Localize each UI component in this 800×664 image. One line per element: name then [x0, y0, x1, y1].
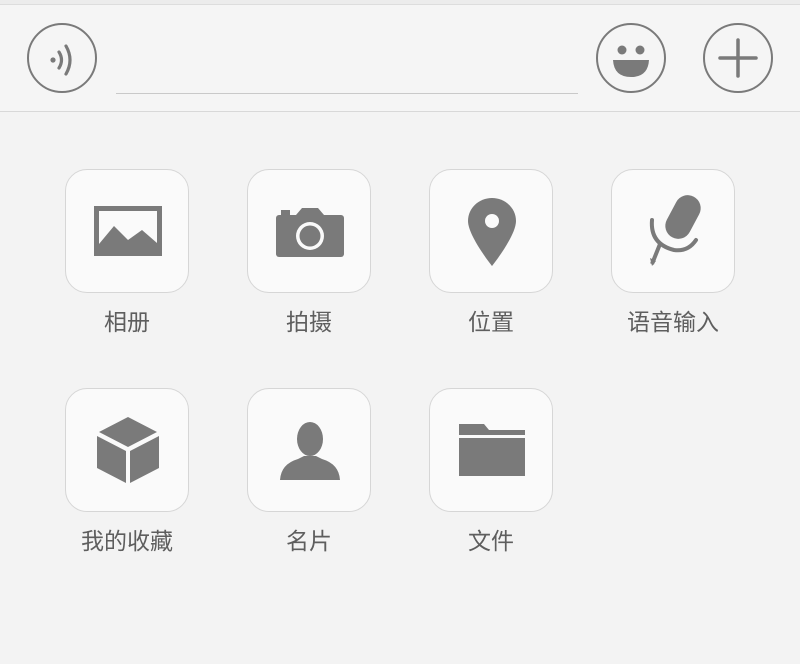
cube-icon — [97, 417, 159, 483]
voice-input-label: 语音输入 — [627, 310, 719, 336]
microphone-icon — [649, 195, 701, 266]
image-icon — [94, 206, 162, 256]
voice-input-button[interactable] — [611, 169, 735, 293]
message-input[interactable] — [116, 65, 578, 94]
voice-wave-icon — [50, 44, 72, 76]
album-button[interactable] — [65, 169, 189, 293]
folder-icon — [459, 424, 525, 476]
location-tile[interactable]: 位置 — [429, 169, 553, 339]
voice-input-tile[interactable]: 语音输入 — [611, 169, 735, 339]
camera-label: 拍摄 — [286, 310, 332, 336]
plus-icon — [718, 38, 758, 78]
location-pin-icon — [468, 198, 516, 266]
contact-card-icon — [280, 422, 340, 480]
location-button[interactable] — [429, 169, 553, 293]
voice-mode-button[interactable] — [27, 23, 97, 93]
file-button[interactable] — [429, 388, 553, 512]
location-label: 位置 — [468, 310, 514, 336]
contact-card-label: 名片 — [286, 529, 332, 555]
file-label: 文件 — [468, 529, 514, 555]
camera-button[interactable] — [247, 169, 371, 293]
favorites-tile[interactable]: 我的收藏 — [65, 388, 189, 558]
smiley-icon — [613, 45, 649, 77]
chat-input-bar — [0, 5, 800, 112]
emoji-button[interactable] — [596, 23, 666, 93]
camera-tile[interactable]: 拍摄 — [247, 169, 371, 339]
contact-card-tile[interactable]: 名片 — [247, 388, 371, 558]
file-tile[interactable]: 文件 — [429, 388, 553, 558]
camera-icon — [276, 208, 344, 257]
more-functions-button[interactable] — [703, 23, 773, 93]
favorites-label: 我的收藏 — [81, 529, 173, 555]
album-tile[interactable]: 相册 — [65, 169, 189, 339]
contact-card-button[interactable] — [247, 388, 371, 512]
favorites-button[interactable] — [65, 388, 189, 512]
album-label: 相册 — [104, 310, 150, 336]
